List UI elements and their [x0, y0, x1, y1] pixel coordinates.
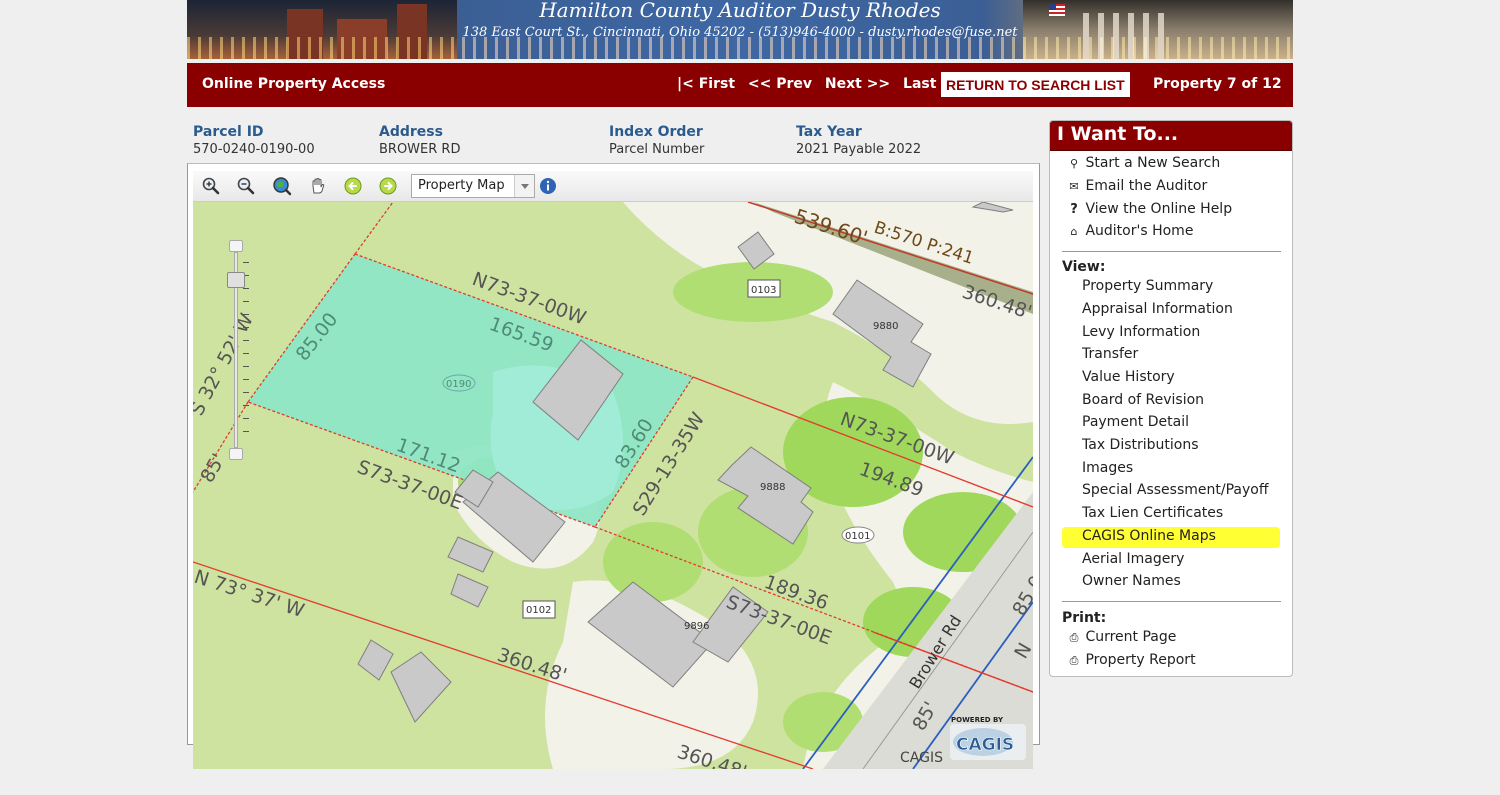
index-order-value: Parcel Number: [609, 142, 705, 157]
address-block: Address BROWER RD: [379, 124, 460, 157]
magnifier-icon: ⚲: [1069, 157, 1079, 170]
parcel-id-label: Parcel ID: [193, 124, 264, 140]
powered-by-label: POWERED BY: [951, 716, 1004, 724]
view-transfer[interactable]: Transfer: [1062, 345, 1280, 366]
question-icon: ?: [1070, 202, 1078, 217]
banner-title: Hamilton County Auditor Dusty Rhodes: [539, 0, 941, 22]
printer-icon: ⎙: [1069, 631, 1079, 644]
app-root: Hamilton County Auditor Dusty Rhodes 138…: [0, 0, 1500, 795]
svg-text:CAGIS: CAGIS: [956, 735, 1014, 755]
view-tax-distributions[interactable]: Tax Distributions: [1062, 436, 1280, 457]
start-new-search-link[interactable]: ⚲ Start a New Search: [1067, 155, 1220, 171]
label-parcel-0101: 0101: [845, 531, 870, 542]
view-value-history[interactable]: Value History: [1062, 368, 1280, 389]
map-toolbar: Property Map: [193, 171, 1033, 202]
view-images[interactable]: Images: [1062, 459, 1280, 480]
print-header: Print:: [1062, 610, 1107, 626]
label-parcel-0190: 0190: [446, 379, 471, 390]
label-parcel-0103: 0103: [751, 285, 776, 296]
flag-icon: [1049, 4, 1065, 16]
auditors-home-link[interactable]: ⌂ Auditor's Home: [1067, 223, 1194, 239]
banner-subtitle: 138 East Court St., Cincinnati, Ohio 452…: [462, 25, 1018, 40]
zoom-out-icon[interactable]: [236, 176, 256, 196]
label-parcel-0102: 0102: [526, 605, 551, 616]
view-property-summary[interactable]: Property Summary: [1062, 277, 1280, 298]
email-auditor-link[interactable]: ✉ Email the Auditor: [1067, 178, 1207, 194]
header-banner: Hamilton County Auditor Dusty Rhodes 138…: [187, 0, 1293, 59]
tax-year-block: Tax Year 2021 Payable 2022: [796, 124, 921, 157]
address-value: BROWER RD: [379, 142, 461, 157]
info-icon[interactable]: [539, 177, 557, 195]
view-special-assessment[interactable]: Special Assessment/Payoff: [1062, 481, 1280, 502]
view-cagis-online-maps[interactable]: CAGIS Online Maps: [1062, 527, 1280, 548]
index-order-label: Index Order: [609, 124, 703, 140]
property-map[interactable]: 539.60' B:570 P:241 360.48' N73-37-00W 1…: [193, 202, 1033, 769]
back-arrow-icon[interactable]: [343, 176, 363, 196]
next-link[interactable]: Next >>: [825, 76, 890, 92]
sidebar-title: I Want To...: [1050, 121, 1292, 151]
view-aerial-imagery[interactable]: Aerial Imagery: [1062, 550, 1280, 571]
prev-link[interactable]: << Prev: [748, 76, 812, 92]
i-want-to-panel: I Want To... ⚲ Start a New Search ✉ Emai…: [1049, 120, 1293, 677]
zoom-slider-down-icon[interactable]: [229, 448, 243, 460]
label-house-9880: 9880: [873, 321, 898, 332]
address-label: Address: [379, 124, 443, 140]
zoom-slider-handle[interactable]: [227, 272, 245, 288]
map-type-value: Property Map: [418, 178, 505, 193]
sidebar-divider-2: [1062, 601, 1281, 602]
forward-arrow-icon[interactable]: [378, 176, 398, 196]
property-count: Property 7 of 12: [1153, 76, 1282, 92]
parcel-id-value: 570-0240-0190-00: [193, 142, 315, 157]
pan-hand-icon[interactable]: [308, 176, 328, 196]
map-canvas[interactable]: 539.60' B:570 P:241 360.48' N73-37-00W 1…: [193, 202, 1033, 769]
nav-title: Online Property Access: [202, 76, 386, 92]
zoom-slider-up-icon[interactable]: [229, 240, 243, 252]
chevron-down-icon[interactable]: [514, 175, 534, 197]
view-payment-detail[interactable]: Payment Detail: [1062, 413, 1280, 434]
tax-year-label: Tax Year: [796, 124, 862, 140]
return-to-search-button[interactable]: RETURN TO SEARCH LIST: [941, 72, 1130, 97]
tax-year-value: 2021 Payable 2022: [796, 142, 922, 157]
index-order-block: Index Order Parcel Number: [609, 124, 704, 157]
label-house-9888: 9888: [760, 482, 785, 493]
view-header: View:: [1062, 259, 1106, 275]
online-help-link[interactable]: ? View the Online Help: [1067, 201, 1232, 217]
view-levy-information[interactable]: Levy Information: [1062, 323, 1280, 344]
map-attribution: CAGIS: [900, 750, 943, 766]
nav-bar: Online Property Access |< First << Prev …: [187, 63, 1293, 107]
email-icon: ✉: [1069, 180, 1079, 193]
sidebar-divider: [1062, 251, 1281, 252]
map-type-select[interactable]: Property Map: [411, 174, 535, 198]
print-current-page-link[interactable]: ⎙ Current Page: [1067, 629, 1177, 645]
first-link[interactable]: |< First: [677, 76, 735, 92]
label-house-9896: 9896: [684, 621, 709, 632]
full-extent-icon[interactable]: [272, 176, 292, 196]
printer-icon: ⎙: [1069, 654, 1079, 667]
zoom-slider[interactable]: [227, 240, 249, 462]
view-owner-names[interactable]: Owner Names: [1062, 572, 1280, 593]
cagis-logo: CAGIS: [950, 724, 1026, 760]
view-appraisal-information[interactable]: Appraisal Information: [1062, 300, 1280, 321]
zoom-in-icon[interactable]: [201, 176, 221, 196]
view-board-of-revision[interactable]: Board of Revision: [1062, 391, 1280, 412]
view-tax-lien-certificates[interactable]: Tax Lien Certificates: [1062, 504, 1280, 525]
parcel-id-block: Parcel ID 570-0240-0190-00: [193, 124, 315, 157]
home-icon: ⌂: [1070, 225, 1078, 238]
print-property-report-link[interactable]: ⎙ Property Report: [1067, 652, 1196, 668]
pager: |< First << Prev Next >> Last >|: [677, 76, 966, 92]
